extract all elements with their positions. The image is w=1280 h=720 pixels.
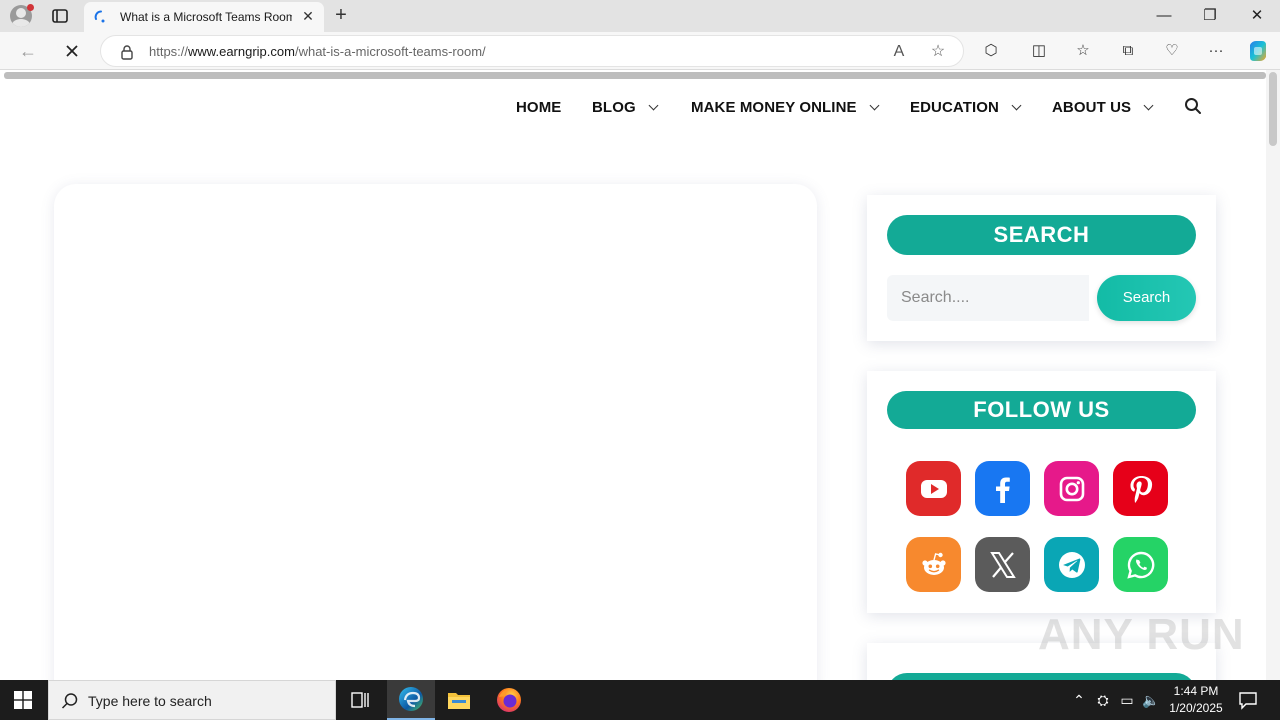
nav-item-home[interactable]: HOME <box>516 92 561 122</box>
whatsapp-icon <box>1126 551 1154 579</box>
url-path: /what-is-a-microsoft-teams-room/ <box>294 44 486 59</box>
tab-title: What is a Microsoft Teams Room <box>120 10 292 24</box>
read-aloud-icon[interactable]: A <box>889 42 909 62</box>
widget-title-partial <box>887 673 1196 680</box>
search-widget-title: SEARCH <box>887 215 1196 255</box>
reddit-icon <box>921 552 946 575</box>
sidebar-search-button[interactable]: Search <box>1097 275 1196 321</box>
file-explorer-icon[interactable] <box>435 680 483 720</box>
article-content-card <box>54 184 817 680</box>
follow-us-widget: FOLLOW US <box>867 371 1216 613</box>
volume-icon[interactable]: 🔈 <box>1141 690 1161 710</box>
task-view-icon[interactable] <box>336 680 384 720</box>
extensions-icon[interactable]: ⬡ <box>981 41 1001 61</box>
favorite-star-icon[interactable]: ☆ <box>928 42 948 62</box>
chevron-down-icon <box>869 100 880 110</box>
whatsapp-link[interactable] <box>1113 537 1168 592</box>
more-menu-icon[interactable]: ··· <box>1206 41 1226 61</box>
instagram-link[interactable] <box>1044 461 1099 516</box>
chevron-down-icon <box>1143 100 1154 110</box>
loading-favicon-icon <box>94 10 105 23</box>
browser-essentials-icon[interactable]: ♡ <box>1162 41 1182 61</box>
favorites-icon[interactable]: ☆ <box>1073 41 1093 61</box>
pinterest-link[interactable] <box>1113 461 1168 516</box>
split-screen-icon[interactable]: ◫ <box>1029 41 1049 61</box>
follow-us-widget-title: FOLLOW US <box>887 391 1196 429</box>
youtube-link[interactable] <box>906 461 961 516</box>
new-tab-button[interactable]: + <box>330 4 352 26</box>
nav-item-label: BLOG <box>592 98 636 116</box>
lock-icon[interactable] <box>119 44 135 60</box>
back-arrow-icon[interactable]: ← <box>18 41 38 61</box>
facebook-link[interactable] <box>975 461 1030 516</box>
main-navigation: HOME BLOG MAKE MONEY ONLINE EDUCATION AB… <box>0 92 1260 122</box>
nav-item-blog[interactable]: BLOG <box>592 92 659 122</box>
nav-item-label: MAKE MONEY ONLINE <box>691 98 857 116</box>
show-hidden-icons-icon[interactable]: ⌃ <box>1069 690 1089 710</box>
notification-dot <box>27 4 34 11</box>
notifications-icon[interactable] <box>1238 690 1258 710</box>
firefox-icon[interactable] <box>485 680 533 720</box>
stop-loading-icon[interactable] <box>62 41 82 61</box>
nav-item-education[interactable]: EDUCATION <box>910 92 1022 122</box>
sidebar-search-input[interactable] <box>887 275 1089 321</box>
address-bar[interactable]: https://www.earngrip.com/what-is-a-micro… <box>100 35 964 67</box>
meet-now-icon[interactable]: ⛭ <box>1093 690 1113 710</box>
tab-close-icon[interactable]: ✕ <box>300 8 316 24</box>
reddit-link[interactable] <box>906 537 961 592</box>
pinterest-icon <box>1130 475 1152 503</box>
page-viewport: HOME BLOG MAKE MONEY ONLINE EDUCATION AB… <box>0 70 1280 680</box>
url-text[interactable]: https://www.earngrip.com/what-is-a-micro… <box>149 44 486 59</box>
x-icon <box>989 551 1016 578</box>
instagram-icon <box>1059 476 1084 501</box>
windows-start-icon[interactable] <box>14 691 32 709</box>
windows-taskbar: Type here to search ⌃ ⛭ ▭ 🔈 1:44 PM 1/20… <box>0 680 1280 720</box>
active-tab[interactable]: What is a Microsoft Teams Room ✕ <box>84 2 324 32</box>
browser-toolbar: ← https://www.earngrip.com/what-is-a-mic… <box>0 32 1280 70</box>
nav-item-label: EDUCATION <box>910 98 999 116</box>
taskbar-search-box[interactable]: Type here to search <box>48 680 336 720</box>
restore-button[interactable]: ❐ <box>1187 0 1233 32</box>
page-scrollbar[interactable] <box>1266 70 1280 680</box>
network-icon[interactable]: ▭ <box>1117 690 1137 710</box>
tab-actions-icon[interactable] <box>50 6 70 26</box>
telegram-link[interactable] <box>1044 537 1099 592</box>
clock-date: 1/20/2025 <box>1169 701 1223 715</box>
copilot-icon[interactable] <box>1246 39 1270 63</box>
minimize-button[interactable]: — <box>1141 0 1187 32</box>
browser-tab-bar: What is a Microsoft Teams Room ✕ + — ❐ ✕ <box>0 0 1280 32</box>
url-prefix: https:// <box>149 44 189 59</box>
search-icon[interactable] <box>1184 97 1202 115</box>
nav-item-label: ABOUT US <box>1052 98 1132 116</box>
nav-item-make-money-online[interactable]: MAKE MONEY ONLINE <box>691 92 880 122</box>
taskbar-search-placeholder: Type here to search <box>88 693 212 709</box>
collections-icon[interactable]: ⧉ <box>1118 41 1138 61</box>
x-twitter-link[interactable] <box>975 537 1030 592</box>
search-widget: SEARCH Search <box>867 195 1216 341</box>
chevron-down-icon <box>648 100 659 110</box>
facebook-icon <box>995 477 1010 503</box>
chevron-down-icon <box>1011 100 1022 110</box>
window-close-button[interactable]: ✕ <box>1234 0 1280 32</box>
edge-icon[interactable] <box>387 680 435 720</box>
anyrun-watermark: ANY RUN <box>1038 610 1245 659</box>
nav-item-label: HOME <box>516 98 562 116</box>
scrollbar-thumb[interactable] <box>1269 72 1277 146</box>
url-domain: www.earngrip.com <box>188 44 295 59</box>
nav-item-about-us[interactable]: ABOUT US <box>1052 92 1154 122</box>
system-clock[interactable]: 1:44 PM 1/20/2025 <box>1166 683 1226 717</box>
telegram-icon <box>1058 551 1085 578</box>
clock-time: 1:44 PM <box>1173 684 1219 698</box>
page-loading-bar <box>4 72 1266 79</box>
search-icon <box>61 693 78 709</box>
youtube-icon <box>920 479 947 498</box>
